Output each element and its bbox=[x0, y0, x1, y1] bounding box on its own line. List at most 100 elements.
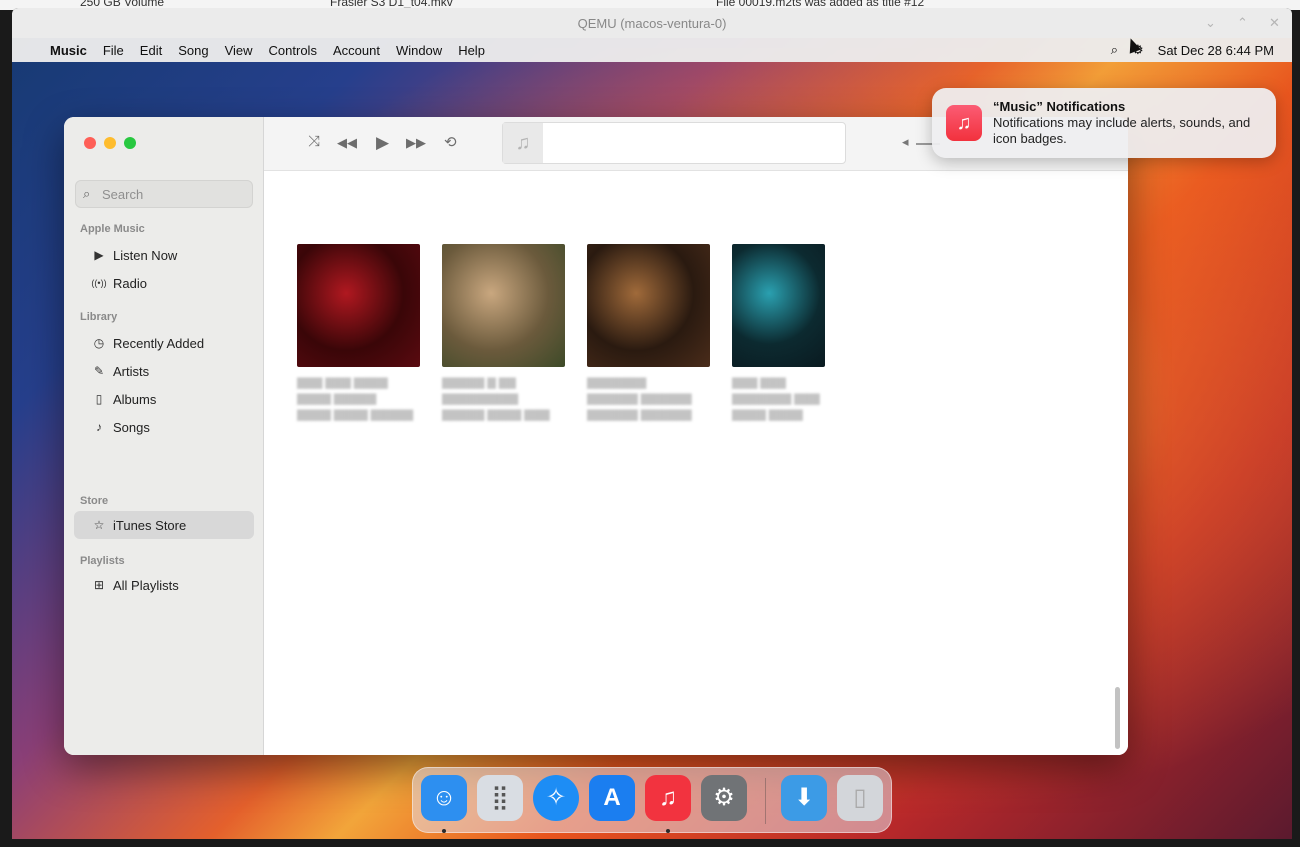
scrollbar-thumb[interactable] bbox=[1115, 687, 1120, 749]
safari-icon[interactable]: ✧ bbox=[533, 775, 579, 821]
previous-icon[interactable]: ◀◀ bbox=[337, 135, 357, 151]
sidebar-item-albums[interactable]: ▯ Albums bbox=[74, 385, 254, 413]
album-tile[interactable]: ▇▇▇▇▇ ▇ ▇▇ ▇▇▇▇▇▇▇▇▇ ▇▇▇▇▇ ▇▇▇▇ ▇▇▇ bbox=[442, 244, 565, 423]
finder-icon[interactable]: ☺ bbox=[421, 775, 467, 821]
album-artist-obscured: ▇▇▇▇▇▇ ▇▇▇▇▇▇ bbox=[587, 409, 692, 421]
album-artist-obscured: ▇▇▇▇ ▇▇▇▇ ▇▇▇▇▇ bbox=[297, 409, 414, 421]
sidebar-item-artists[interactable]: ✎ Artists bbox=[74, 357, 254, 385]
trash-icon[interactable]: ▯ bbox=[837, 775, 883, 821]
sidebar-item-label: Listen Now bbox=[113, 247, 178, 263]
qemu-window: QEMU (macos-ventura-0) ⌄ ⌃ ✕ Music File … bbox=[12, 8, 1292, 839]
sidebar-item-all-playlists[interactable]: ⊞ All Playlists bbox=[74, 571, 254, 599]
minimize-icon[interactable]: ⌄ bbox=[1205, 15, 1216, 31]
grid-icon: ⊞ bbox=[93, 578, 105, 592]
window-zoom-button[interactable] bbox=[124, 137, 136, 149]
radio-icon: ((•)) bbox=[91, 278, 107, 288]
menu-clock[interactable]: Sat Dec 28 6:44 PM bbox=[1158, 43, 1274, 58]
maximize-icon[interactable]: ⌃ bbox=[1237, 15, 1248, 31]
sidebar-item-label: All Playlists bbox=[113, 577, 179, 593]
qemu-titlebar[interactable]: QEMU (macos-ventura-0) ⌄ ⌃ ✕ bbox=[12, 8, 1292, 38]
running-indicator bbox=[442, 829, 446, 833]
search-icon: ⌕ bbox=[83, 186, 91, 201]
album-caption-obscured: ▇▇▇▇▇▇▇ ▇▇▇▇▇▇ ▇▇▇▇▇▇ ▇▇▇▇▇▇ ▇▇▇▇▇▇ bbox=[587, 375, 707, 423]
sidebar-item-itunes-store[interactable]: ☆ iTunes Store bbox=[74, 511, 254, 539]
notification-body: Notifications may include alerts, sounds… bbox=[993, 115, 1251, 146]
music-app-window: ⌕ Apple Music ▶ Listen Now ((•)) Radio L… bbox=[64, 117, 1128, 755]
album-tile[interactable]: ▇▇▇ ▇▇▇ ▇▇▇▇▇▇▇ ▇▇▇ ▇▇▇▇ ▇▇▇▇ bbox=[732, 244, 825, 423]
album-cover[interactable] bbox=[442, 244, 565, 367]
repeat-icon[interactable]: ⟲ bbox=[444, 133, 457, 151]
sidebar-item-label: Recently Added bbox=[113, 335, 205, 351]
launchpad-icon[interactable]: ⣿ bbox=[477, 775, 523, 821]
menu-file[interactable]: File bbox=[95, 43, 132, 58]
dock: ☺ ⣿ ✧ A ♫ ⚙ ⬇ ▯ bbox=[412, 767, 892, 833]
album-tile[interactable]: ▇▇▇▇▇▇▇ ▇▇▇▇▇▇ ▇▇▇▇▇▇ ▇▇▇▇▇▇ ▇▇▇▇▇▇ bbox=[587, 244, 710, 423]
macos-desktop: Music File Edit Song View Controls Accou… bbox=[12, 38, 1292, 839]
system-settings-icon[interactable]: ⚙ bbox=[701, 775, 747, 821]
sidebar: ⌕ Apple Music ▶ Listen Now ((•)) Radio L… bbox=[64, 117, 264, 755]
music-note-icon: ♪ bbox=[96, 420, 102, 434]
album-tile[interactable]: ▇▇▇ ▇▇▇ ▇▇▇▇ ▇▇▇▇ ▇▇▇▇▇ ▇▇▇▇ ▇▇▇▇ ▇▇▇▇▇ bbox=[297, 244, 420, 423]
window-close-button[interactable] bbox=[84, 137, 96, 149]
notification-banner[interactable]: ♫ “Music” Notifications Notifications ma… bbox=[932, 88, 1276, 158]
star-icon: ☆ bbox=[93, 518, 105, 532]
menu-window[interactable]: Window bbox=[388, 43, 450, 58]
album-subtitle-obscured: ▇▇▇▇ ▇▇▇▇▇ bbox=[297, 393, 377, 405]
microphone-icon: ✎ bbox=[93, 364, 105, 378]
menu-view[interactable]: View bbox=[217, 43, 261, 58]
qemu-window-title: QEMU (macos-ventura-0) bbox=[577, 16, 727, 31]
album-title-obscured: ▇▇▇▇▇▇▇ bbox=[587, 377, 647, 389]
music-icon[interactable]: ♫ bbox=[645, 775, 691, 821]
dock-separator bbox=[765, 778, 766, 824]
album-cover[interactable] bbox=[297, 244, 420, 367]
menu-song[interactable]: Song bbox=[170, 43, 216, 58]
main-content: ⤨ ◀◀ ▶ ▶▶ ⟲ ♫ ◂ ▇▇▇ ▇▇▇ ▇▇▇▇ ▇▇▇▇ ▇▇▇▇▇ … bbox=[264, 117, 1128, 755]
album-caption-obscured: ▇▇▇ ▇▇▇ ▇▇▇▇ ▇▇▇▇ ▇▇▇▇▇ ▇▇▇▇ ▇▇▇▇ ▇▇▇▇▇ bbox=[297, 375, 417, 423]
window-minimize-button[interactable] bbox=[104, 137, 116, 149]
album-title-obscured: ▇▇▇ ▇▇▇ bbox=[732, 377, 786, 389]
close-icon[interactable]: ✕ bbox=[1269, 15, 1280, 31]
volume-icon: ◂ bbox=[902, 134, 909, 149]
album-icon: ▯ bbox=[95, 392, 103, 406]
sidebar-item-listen-now[interactable]: ▶ Listen Now bbox=[74, 241, 254, 269]
album-cover[interactable] bbox=[587, 244, 710, 367]
scrollbar-track[interactable] bbox=[1112, 149, 1118, 749]
downloads-folder-icon[interactable]: ⬇ bbox=[781, 775, 827, 821]
section-playlists: Playlists bbox=[80, 555, 125, 567]
sidebar-item-label: Artists bbox=[113, 363, 150, 379]
menu-account[interactable]: Account bbox=[325, 43, 388, 58]
sidebar-item-songs[interactable]: ♪ Songs bbox=[74, 413, 254, 441]
section-apple-music: Apple Music bbox=[80, 223, 145, 235]
album-subtitle-obscured: ▇▇▇▇▇▇▇ ▇▇▇ bbox=[732, 393, 820, 405]
next-icon[interactable]: ▶▶ bbox=[406, 135, 426, 151]
play-circle-icon: ▶ bbox=[94, 248, 104, 262]
album-caption-obscured: ▇▇▇ ▇▇▇ ▇▇▇▇▇▇▇ ▇▇▇ ▇▇▇▇ ▇▇▇▇ bbox=[732, 375, 825, 423]
music-note-icon: ♫ bbox=[503, 123, 543, 163]
album-caption-obscured: ▇▇▇▇▇ ▇ ▇▇ ▇▇▇▇▇▇▇▇▇ ▇▇▇▇▇ ▇▇▇▇ ▇▇▇ bbox=[442, 375, 562, 423]
search-field[interactable]: ⌕ bbox=[75, 180, 253, 208]
album-artist-obscured: ▇▇▇▇ ▇▇▇▇ bbox=[732, 409, 803, 421]
menu-controls[interactable]: Controls bbox=[261, 43, 325, 58]
section-store: Store bbox=[80, 495, 109, 507]
sidebar-item-label: iTunes Store bbox=[113, 517, 187, 533]
running-indicator bbox=[666, 829, 670, 833]
sidebar-item-radio[interactable]: ((•)) Radio bbox=[74, 269, 254, 297]
now-playing-display[interactable]: ♫ bbox=[502, 122, 846, 164]
sidebar-item-label: Songs bbox=[113, 419, 150, 435]
menu-music[interactable]: Music bbox=[42, 43, 95, 58]
search-input[interactable] bbox=[102, 185, 247, 203]
menu-edit[interactable]: Edit bbox=[132, 43, 170, 58]
menu-bar: Music File Edit Song View Controls Accou… bbox=[12, 38, 1292, 62]
sidebar-item-label: Radio bbox=[113, 275, 147, 291]
play-icon[interactable]: ▶ bbox=[376, 133, 389, 153]
album-title-obscured: ▇▇▇ ▇▇▇ ▇▇▇▇ bbox=[297, 377, 388, 389]
shuffle-icon[interactable]: ⤨ bbox=[308, 133, 320, 150]
clock-icon: ◷ bbox=[93, 336, 105, 350]
sidebar-item-recently-added[interactable]: ◷ Recently Added bbox=[74, 329, 254, 357]
album-title-obscured: ▇▇▇▇▇ ▇ ▇▇ bbox=[442, 377, 516, 389]
album-cover[interactable] bbox=[732, 244, 825, 367]
sidebar-item-label: Albums bbox=[113, 391, 157, 407]
spotlight-search-icon[interactable]: ⌕ bbox=[1111, 42, 1118, 58]
menu-help[interactable]: Help bbox=[450, 43, 493, 58]
app-store-icon[interactable]: A bbox=[589, 775, 635, 821]
